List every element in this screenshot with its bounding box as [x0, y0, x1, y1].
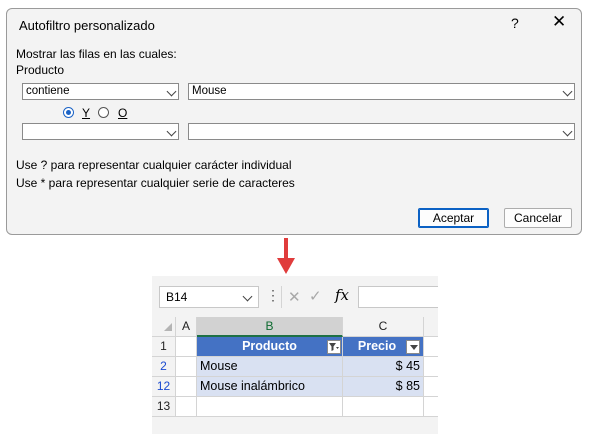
- chevron-down-icon: [166, 126, 177, 137]
- formula-bar[interactable]: [358, 286, 438, 308]
- cell-a2[interactable]: [176, 357, 197, 377]
- header-precio-label: Precio: [357, 339, 397, 353]
- cell-d2[interactable]: [424, 357, 438, 377]
- more-icon[interactable]: ⋮: [266, 287, 280, 304]
- name-box[interactable]: B14: [159, 286, 259, 308]
- cell-a12[interactable]: [176, 377, 197, 397]
- chevron-down-icon: [562, 86, 573, 97]
- or-radio-label: O: [118, 106, 128, 120]
- excel-sheet: B14 ⋮ ✕ ✓ fx A B C 1 Producto Precio 2 M…: [152, 276, 438, 434]
- table-header-precio[interactable]: Precio: [343, 337, 424, 357]
- operator-1-value: contiene: [26, 85, 70, 97]
- hint-asterisk: Use * para representar cualquier serie d…: [16, 176, 295, 190]
- insert-function-icon[interactable]: fx: [335, 286, 349, 304]
- or-radio[interactable]: [98, 107, 109, 118]
- cell-a13[interactable]: [176, 397, 197, 417]
- dialog-title: Autofiltro personalizado: [19, 18, 155, 33]
- filter-dropdown-icon[interactable]: [406, 340, 420, 354]
- cell-d12[interactable]: [424, 377, 438, 397]
- help-button[interactable]: ?: [511, 15, 519, 31]
- chevron-down-icon: [166, 86, 177, 97]
- custom-autofilter-dialog: Autofiltro personalizado ? ✕ Mostrar las…: [6, 8, 582, 235]
- enter-icon[interactable]: ✓: [309, 287, 322, 305]
- cell-b13[interactable]: [197, 397, 343, 417]
- column-header-a[interactable]: A: [176, 317, 197, 337]
- field-label: Producto: [16, 63, 65, 77]
- criteria-combo-1[interactable]: Mouse: [188, 83, 575, 100]
- row-header[interactable]: 1: [152, 337, 176, 357]
- chevron-down-icon: [562, 126, 573, 137]
- column-header-b[interactable]: B: [197, 317, 343, 337]
- select-all-corner[interactable]: [152, 317, 176, 337]
- cell-b12[interactable]: Mouse inalámbrico: [197, 377, 343, 397]
- and-radio-label: Y: [82, 106, 91, 120]
- cancel-entry-icon[interactable]: ✕: [288, 288, 301, 306]
- cell-d1[interactable]: [424, 337, 438, 357]
- name-box-value: B14: [166, 290, 188, 304]
- cell-a1[interactable]: [176, 337, 197, 357]
- select-all-icon: [164, 323, 172, 331]
- divider: [281, 286, 282, 308]
- criteria-combo-2[interactable]: [188, 123, 575, 140]
- cancel-button[interactable]: Cancelar: [504, 208, 572, 228]
- cell-d13[interactable]: [424, 397, 438, 417]
- cell-c2[interactable]: $ 45: [343, 357, 424, 377]
- criteria-1-value: Mouse: [192, 85, 227, 97]
- show-rows-label: Mostrar las filas en las cuales:: [16, 47, 177, 61]
- operator-select-1[interactable]: contiene: [22, 83, 179, 100]
- close-button[interactable]: ✕: [552, 12, 566, 32]
- column-header-d[interactable]: [424, 317, 438, 337]
- filter-applied-icon[interactable]: [327, 340, 341, 354]
- accept-button[interactable]: Aceptar: [418, 208, 489, 228]
- operator-select-2[interactable]: [22, 123, 179, 140]
- and-radio[interactable]: [63, 107, 74, 118]
- row-header[interactable]: 2: [152, 357, 176, 377]
- column-header-c[interactable]: C: [343, 317, 424, 337]
- chevron-down-icon: [242, 291, 253, 302]
- arrow-head-icon: [277, 258, 295, 274]
- row-header[interactable]: 13: [152, 397, 176, 417]
- cell-b2[interactable]: Mouse: [197, 357, 343, 377]
- cell-c12[interactable]: $ 85: [343, 377, 424, 397]
- hint-question-mark: Use ? para representar cualquier carácte…: [16, 158, 292, 172]
- row-header[interactable]: 12: [152, 377, 176, 397]
- table-header-producto[interactable]: Producto: [197, 337, 343, 357]
- header-producto-label: Producto: [242, 339, 297, 353]
- cell-c13[interactable]: [343, 397, 424, 417]
